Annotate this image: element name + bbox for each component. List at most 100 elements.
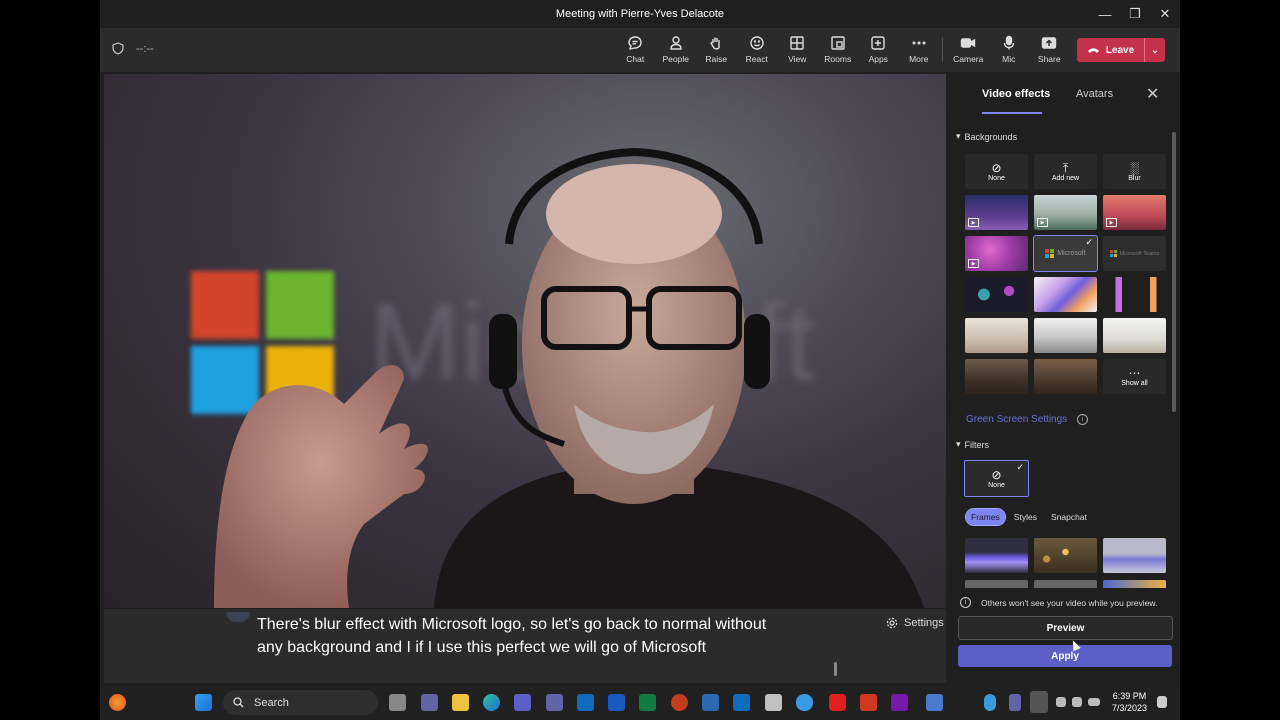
green-screen-settings-link[interactable]: Green Screen Settings i	[966, 414, 1089, 425]
rooms-button[interactable]: Rooms	[818, 32, 859, 64]
onenote-icon[interactable]	[891, 694, 908, 711]
onedrive-tray-icon[interactable]	[984, 694, 996, 711]
panel-scrollbar[interactable]	[1172, 132, 1176, 412]
edge-icon[interactable]	[483, 694, 500, 711]
close-window-button[interactable]: ✕	[1150, 0, 1180, 28]
background-blur[interactable]: ░ Blur	[1103, 154, 1166, 189]
more-button[interactable]: More	[899, 32, 940, 64]
react-button[interactable]: React	[737, 32, 778, 64]
grid-icon	[790, 36, 804, 50]
widgets-icon[interactable]	[109, 694, 126, 711]
mail-icon[interactable]	[702, 694, 719, 711]
preview-notice: i Others won't see your video while you …	[960, 597, 1157, 608]
apply-button[interactable]: Apply	[958, 645, 1172, 667]
battery-icon[interactable]	[1088, 698, 1100, 706]
panel-footer: i Others won't see your video while you …	[950, 589, 1180, 685]
onedrive-icon[interactable]	[796, 694, 813, 711]
microsoft-logo-text: Microsoft	[1057, 250, 1086, 257]
background-thumbnail[interactable]	[1034, 277, 1097, 312]
background-thumbnail[interactable]: ▶	[965, 236, 1028, 271]
info-icon[interactable]: i	[1077, 414, 1089, 425]
background-show-all[interactable]: ⋯ Show all	[1103, 359, 1166, 394]
camera-icon	[961, 38, 976, 48]
tab-video-effects[interactable]: Video effects	[982, 88, 1050, 100]
background-microsoft-selected[interactable]: ✓ Microsoft	[1033, 235, 1098, 272]
background-thumbnail[interactable]: Microsoft Teams	[1103, 236, 1166, 271]
snipping-tool-icon[interactable]	[765, 694, 782, 711]
file-explorer-icon[interactable]	[452, 694, 469, 711]
background-thumbnail[interactable]	[965, 277, 1028, 312]
leave-button[interactable]: Leave ⌄	[1077, 38, 1165, 62]
chat-button[interactable]: Chat	[615, 32, 656, 64]
teams-tray-icon[interactable]	[1009, 694, 1021, 711]
chat-icon	[628, 36, 642, 50]
teams-chat-icon[interactable]	[421, 694, 438, 711]
outlook-icon[interactable]	[577, 694, 594, 711]
blur-icon: ░	[1130, 160, 1139, 175]
filter-none-selected[interactable]: ✓ ⊘ None	[964, 460, 1029, 497]
powerpoint-icon[interactable]	[671, 694, 688, 711]
mic-button[interactable]: Mic	[989, 32, 1030, 64]
app-icon[interactable]	[926, 694, 943, 711]
taskbar-search[interactable]: Search	[223, 690, 378, 715]
mic-tray-icon[interactable]	[1030, 691, 1048, 713]
frame-thumbnail[interactable]	[1103, 580, 1166, 588]
teams-classic-icon[interactable]	[546, 694, 563, 711]
panel-tabs: Video effects Avatars ✕	[950, 74, 1180, 116]
outlook-new-icon[interactable]	[733, 694, 750, 711]
word-icon[interactable]	[608, 694, 625, 711]
background-thumbnail[interactable]	[965, 318, 1028, 353]
background-thumbnail[interactable]	[1034, 318, 1097, 353]
wifi-icon[interactable]	[1056, 697, 1066, 707]
background-thumbnail[interactable]: ▶	[1103, 195, 1166, 230]
close-icon[interactable]: ✕	[1146, 84, 1159, 104]
notification-bell-icon[interactable]	[1157, 696, 1167, 708]
background-none[interactable]: ⊘ None	[965, 154, 1028, 189]
people-button[interactable]: People	[656, 32, 697, 64]
volume-icon[interactable]	[1072, 697, 1082, 707]
view-button[interactable]: View	[777, 32, 818, 64]
camera-button[interactable]: Camera	[948, 32, 989, 64]
maximize-button[interactable]: ❐	[1120, 0, 1150, 28]
excel-icon[interactable]	[639, 694, 656, 711]
frame-thumbnail[interactable]	[965, 538, 1028, 573]
frame-thumbnail[interactable]	[1034, 580, 1097, 588]
backgrounds-header[interactable]: ▾ Backgrounds	[956, 131, 1017, 142]
background-thumbnail[interactable]: ▶	[1034, 195, 1097, 230]
caption-scrollbar[interactable]	[834, 662, 837, 676]
clock[interactable]: 6:39 PM 7/3/2023	[1112, 690, 1147, 714]
frame-filters-grid	[965, 538, 1166, 573]
tab-avatars[interactable]: Avatars	[1076, 88, 1113, 100]
frame-thumbnail[interactable]	[1034, 538, 1097, 573]
share-icon	[1042, 37, 1057, 49]
video-icon: ▶	[1106, 218, 1117, 227]
task-view-icon[interactable]	[389, 694, 406, 711]
background-thumbnail[interactable]	[1034, 359, 1097, 394]
filters-header[interactable]: ▾ Filters	[956, 439, 989, 450]
participant-figure	[214, 147, 924, 608]
chip-styles[interactable]: Styles	[1009, 509, 1042, 525]
caption-settings-button[interactable]: Settings	[886, 617, 944, 629]
share-button[interactable]: Share	[1029, 32, 1070, 64]
mic-icon	[1003, 35, 1014, 50]
background-thumbnail[interactable]: ▶	[965, 195, 1028, 230]
background-thumbnail[interactable]	[965, 359, 1028, 394]
windows-start-icon[interactable]	[195, 694, 212, 711]
apps-button[interactable]: Apps	[858, 32, 899, 64]
background-thumbnail[interactable]	[1103, 318, 1166, 353]
background-add-new[interactable]: ⤒ Add new	[1034, 154, 1097, 189]
leave-dropdown[interactable]: ⌄	[1144, 38, 1165, 62]
title-bar: Meeting with Pierre-Yves Delacote	[100, 0, 1180, 28]
teams-icon[interactable]	[514, 694, 531, 711]
frame-filters-row-partial	[965, 580, 1166, 588]
minimize-button[interactable]: —	[1090, 0, 1120, 28]
background-thumbnail[interactable]	[1103, 277, 1166, 312]
office-icon[interactable]	[860, 694, 877, 711]
chip-snapchat[interactable]: Snapchat	[1046, 509, 1092, 525]
frame-thumbnail[interactable]	[965, 580, 1028, 588]
frame-thumbnail[interactable]	[1103, 538, 1166, 573]
raise-hand-button[interactable]: Raise	[696, 32, 737, 64]
chip-frames[interactable]: Frames	[965, 508, 1006, 526]
youtube-icon[interactable]	[829, 694, 846, 711]
preview-button[interactable]: Preview	[958, 616, 1173, 640]
